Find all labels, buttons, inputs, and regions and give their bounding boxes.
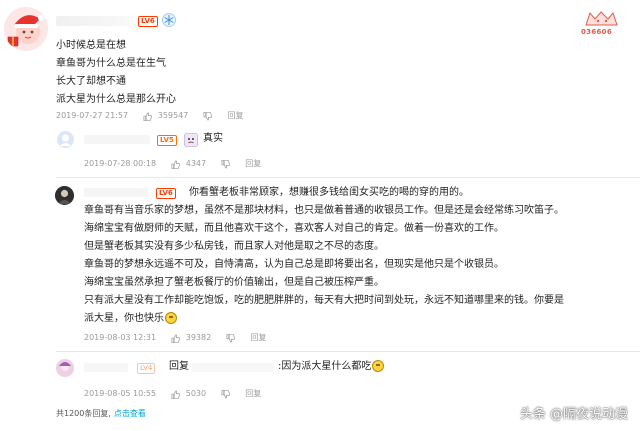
comment-meta: 2019-08-03 12:31 39382 回复 [84,332,266,344]
avatar[interactable] [55,186,74,205]
reaction-sticker-icon [184,132,198,147]
like-icon[interactable] [171,160,181,169]
avatar-icon [57,131,74,148]
divider [56,351,640,352]
dislike-icon[interactable] [226,333,236,343]
like-count: 39382 [185,333,212,342]
avatar-icon [55,186,74,205]
laughing-emoji-icon [372,360,385,372]
dislike-icon[interactable] [221,159,231,169]
dislike-icon[interactable] [203,111,213,121]
comment-line: 但是蟹老板其实没有多少私房钱，而且家人对他是取之不尽的态度。 [84,241,384,252]
reply-target-username[interactable] [192,363,274,372]
comment-meta: 2019-07-28 00:18 4347 回复 [84,158,261,170]
reply-prefix: 回复 [169,361,189,372]
comment-line: 海绵宝宝虽然承担了蟹老板餐厅的价值输出，但是自己被压榨严重。 [84,277,384,288]
comment-date: 2019-07-27 21:57 [56,111,129,120]
comment-date: 2019-08-05 10:55 [84,389,157,398]
avatar[interactable] [56,359,74,377]
reply-count-text: 共1200条回复, [56,409,111,418]
avatar-icon [56,359,74,377]
username[interactable] [84,135,150,144]
reply-count-footer: 共1200条回复, 点击查看 [56,408,146,420]
comment-line: 小时候总是在想 [56,40,126,51]
level-badge: LV6 [156,188,176,199]
reply-button[interactable]: 回复 [250,332,266,344]
laughing-emoji-icon [165,312,177,324]
view-all-replies-link[interactable]: 点击查看 [114,409,146,418]
avatar[interactable] [57,131,74,148]
divider [56,177,640,178]
snowflake-icon [162,12,176,27]
watermark: 头条 @隔夜说动漫 [519,407,628,422]
level-badge: LV4 [137,363,156,374]
comment-line-text: 派大星，你也快乐 [84,313,164,324]
comment-line: 长大了却想不通 [56,76,126,87]
like-icon[interactable] [171,334,181,343]
username[interactable] [84,188,148,197]
santa-avatar-icon [4,7,48,51]
like-icon[interactable] [143,112,153,121]
comment-text: :因为派大星什么都吃 [278,358,385,376]
comment-line: 海绵宝宝有做厨师的天赋，而且他喜欢干这个，喜欢客人对自己的肯定。做着一份喜欢的工… [84,223,504,234]
comment-meta: 2019-07-27 21:57 359547 回复 [56,110,243,122]
comment-line: 派大星，你也快乐 [84,310,177,328]
dislike-icon[interactable] [221,389,231,399]
like-count: 5030 [185,389,207,398]
reply-button[interactable]: 回复 [245,158,261,170]
fan-badge: 036606 [581,8,631,38]
comment-line: 章鱼哥为什么总是在生气 [56,58,166,69]
comment-date: 2019-08-03 12:31 [84,333,157,342]
reply-button[interactable]: 回复 [245,388,261,400]
comment-line: 派大星为什么总是那么开心 [56,94,176,105]
level-badge: LV5 [157,135,177,146]
level-badge: LV6 [138,16,158,27]
like-count: 359547 [157,111,189,120]
avatar[interactable] [4,7,48,51]
comment-meta: 2019-08-05 10:55 5030 回复 [84,388,261,400]
comment-line: 你看蟹老板非常顾家，想赚很多钱给闺女买吃的喝的穿的用的。 [189,187,469,198]
username[interactable] [84,363,128,372]
comment-text-body: :因为派大星什么都吃 [278,361,372,372]
comment-text: 真实 [203,133,223,144]
like-count: 4347 [185,159,207,168]
reply-button[interactable]: 回复 [227,110,243,122]
username[interactable] [56,16,130,26]
fan-badge-number: 036606 [581,28,613,36]
comment-line: 只有派大星没有工作却能吃饱饭，吃的肥肥胖胖的，每天有大把时间到处玩，永远不知道哪… [84,295,564,306]
comment-line: 章鱼哥的梦想永远遥不可及，自恃清高，认为自己总是即将要出名，但现实是他只是个收银… [84,259,504,270]
like-icon[interactable] [171,390,181,399]
comment-date: 2019-07-28 00:18 [84,159,157,168]
comment-line: 章鱼哥有当音乐家的梦想，虽然不是那块材料，也只是做着普通的收银员工作。但是还是会… [84,205,564,216]
